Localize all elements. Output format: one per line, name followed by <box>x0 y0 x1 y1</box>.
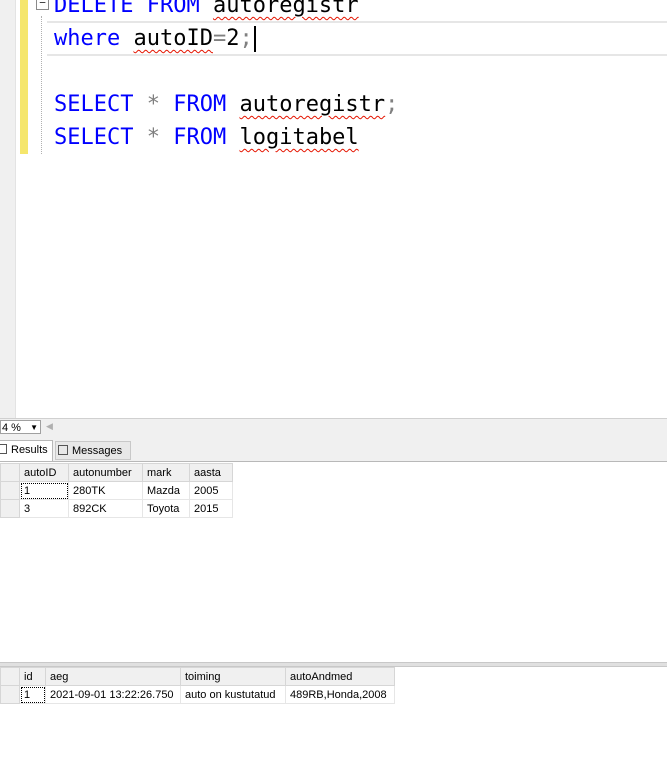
grid-cell[interactable]: 1 <box>19 685 46 704</box>
grid-cell[interactable]: 280TK <box>68 481 143 500</box>
column-header-toiming[interactable]: toiming <box>180 667 286 686</box>
collapse-region-icon[interactable]: − <box>36 0 49 10</box>
code-line[interactable]: where autoID=2; <box>54 22 256 55</box>
tab-messages-label: Messages <box>72 445 123 457</box>
grid-header-row: id aeg toiming autoAndmed <box>0 667 395 686</box>
sql-identifier: autoID <box>133 26 213 51</box>
messages-icon <box>58 445 68 455</box>
sql-token: * <box>146 125 160 150</box>
sql-token: ; <box>385 92 399 117</box>
code-line[interactable]: SELECT * FROM autoregistr; <box>54 88 398 121</box>
grid-cell[interactable]: 1 <box>19 481 69 500</box>
zoom-value: 4 % <box>2 422 21 434</box>
sql-keyword: SELECT <box>54 125 134 150</box>
results-grid-logitabel[interactable]: id aeg toiming autoAndmed 1 2021-09-01 13:22:… <box>0 667 395 704</box>
column-header-mark[interactable]: mark <box>142 463 190 482</box>
results-pane: autoID autonumber mark aasta 1 280TK Mazda 2005… <box>0 462 667 770</box>
code-line[interactable]: SELECT * FROM logitabel <box>54 121 359 154</box>
sql-keyword: SELECT <box>54 92 134 117</box>
grid-corner[interactable] <box>0 463 20 482</box>
sql-token: = <box>212 26 227 51</box>
sql-token: 2 <box>226 26 240 51</box>
row-header[interactable] <box>0 685 20 704</box>
query-editor[interactable]: − DELETE FROM autoregistr where autoID=2;… <box>0 0 667 418</box>
grid-cell[interactable]: auto on kustutatud <box>180 685 286 704</box>
column-header-autonumber[interactable]: autonumber <box>68 463 143 482</box>
column-header-autoid[interactable]: autoID <box>19 463 69 482</box>
sql-identifier: autoregistr <box>239 92 386 117</box>
chevron-down-icon: ▼ <box>30 423 38 432</box>
grid-cell[interactable]: 489RB,Honda,2008 <box>285 685 395 704</box>
sql-identifier: autoregistr <box>212 0 359 18</box>
results-grid-autoregistr[interactable]: autoID autonumber mark aasta 1 280TK Mazda 2005… <box>0 463 233 518</box>
column-header-autoandmed[interactable]: autoAndmed <box>285 667 395 686</box>
table-row[interactable]: 1 2021-09-01 13:22:26.750 auto on kustutat… <box>0 685 395 704</box>
grid-cell[interactable]: 2005 <box>189 481 233 500</box>
sql-keyword: FROM <box>146 0 200 18</box>
text-caret <box>253 26 256 52</box>
grid-cell[interactable]: 892CK <box>68 499 143 518</box>
sql-keyword: FROM <box>173 125 227 150</box>
tab-messages[interactable]: Messages <box>55 441 131 460</box>
sql-token: * <box>146 92 160 117</box>
sql-identifier: logitabel <box>239 125 359 150</box>
column-header-aasta[interactable]: aasta <box>189 463 233 482</box>
change-tracking-bar <box>20 0 28 154</box>
row-header[interactable] <box>0 481 20 500</box>
editor-status-bar: 4 % ▼ ◀ <box>0 418 667 437</box>
sql-keyword: DELETE <box>54 0 134 18</box>
column-header-aeg[interactable]: aeg <box>45 667 181 686</box>
row-header[interactable] <box>0 499 20 518</box>
results-tab-bar: Results Messages <box>0 436 667 462</box>
sql-keyword: FROM <box>173 92 227 117</box>
tab-results-label: Results <box>11 444 48 456</box>
grid-cell[interactable]: Toyota <box>142 499 190 518</box>
outline-guide <box>41 16 42 154</box>
editor-margin <box>0 0 16 418</box>
grid-cell[interactable]: 2015 <box>189 499 233 518</box>
grid-corner[interactable] <box>0 667 20 686</box>
grid-cell[interactable]: 3 <box>19 499 69 518</box>
zoom-dropdown[interactable]: 4 % ▼ <box>0 420 41 434</box>
code-line[interactable]: DELETE FROM autoregistr <box>54 0 359 22</box>
grid-cell[interactable]: 2021-09-01 13:22:26.750 <box>45 685 181 704</box>
table-row[interactable]: 1 280TK Mazda 2005 <box>0 481 233 500</box>
grid-cell[interactable]: Mazda <box>142 481 190 500</box>
table-row[interactable]: 3 892CK Toyota 2015 <box>0 499 233 518</box>
sql-keyword: where <box>54 26 121 51</box>
tab-results[interactable]: Results <box>0 440 53 461</box>
scroll-left-icon[interactable]: ◀ <box>46 421 53 432</box>
sql-token: ; <box>239 26 253 51</box>
column-header-id[interactable]: id <box>19 667 46 686</box>
grid-header-row: autoID autonumber mark aasta <box>0 463 233 482</box>
grid-icon <box>0 444 7 454</box>
